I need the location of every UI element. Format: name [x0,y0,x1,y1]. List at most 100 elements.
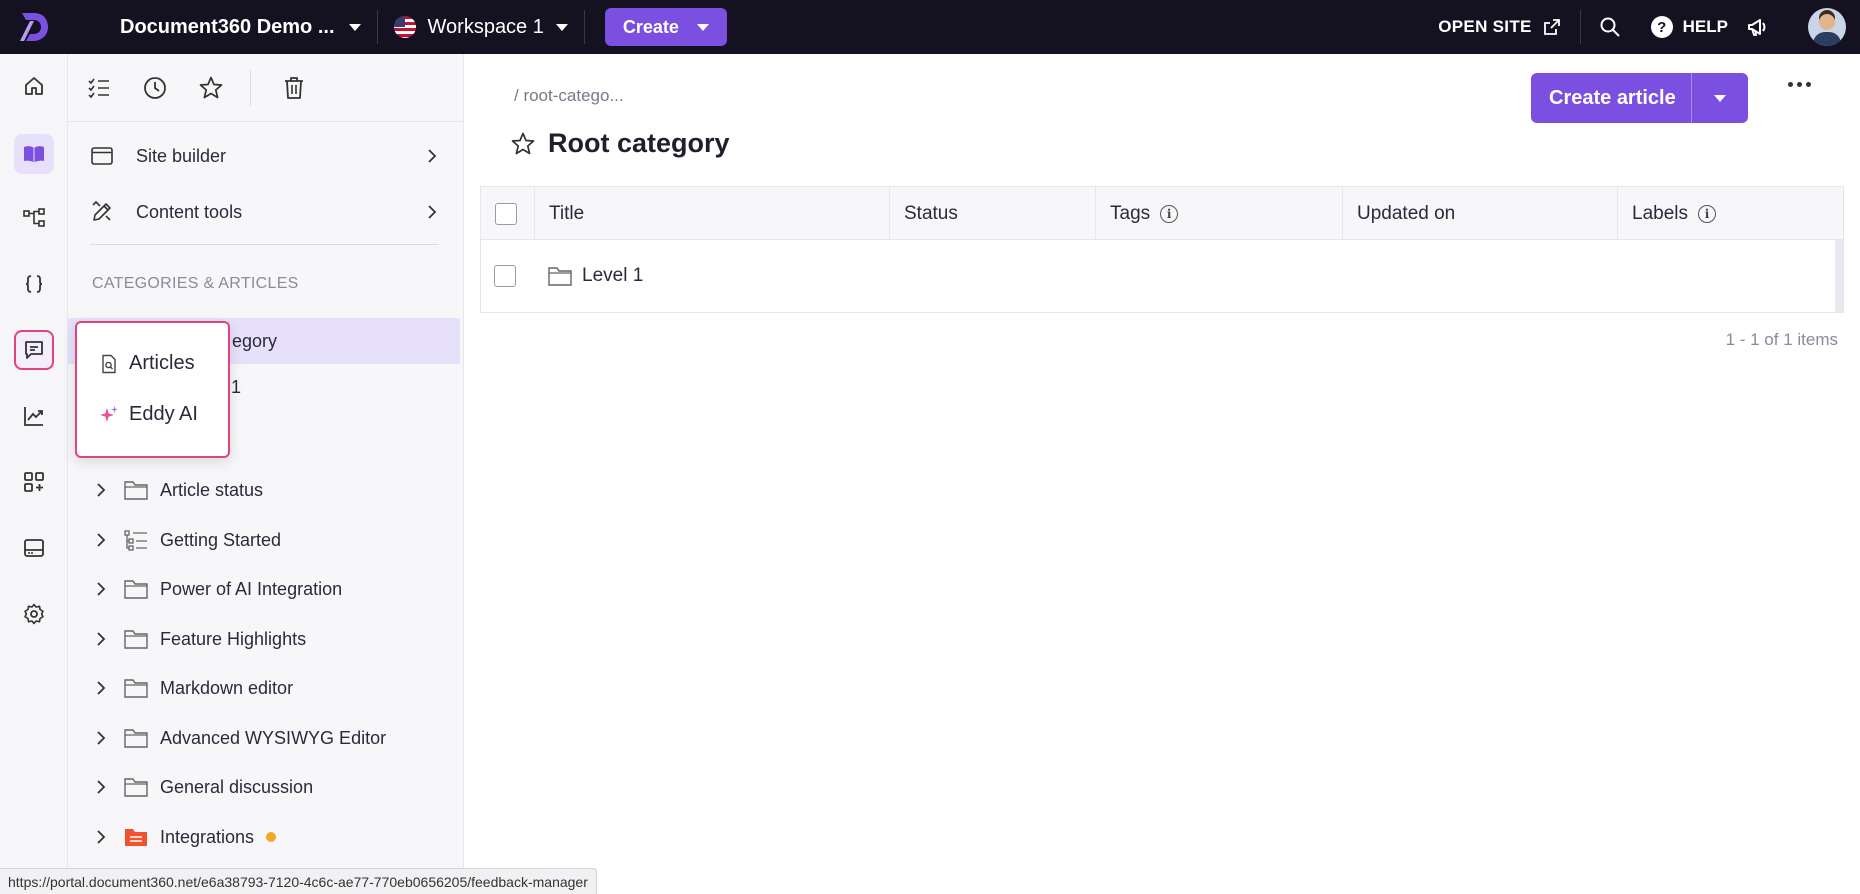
table-scrollbar[interactable] [1835,240,1843,312]
external-link-icon [1543,19,1560,35]
select-all-checkbox[interactable] [495,202,517,225]
help-button[interactable]: ? HELP [1650,16,1728,38]
tree-item-advanced-wysiwyg-editor[interactable]: Advanced WYSIWYG Editor [68,715,464,761]
site-builder-menu[interactable]: Site builder [68,128,463,184]
chevron-down-icon [696,23,709,31]
tree-item-getting-started[interactable]: Getting Started [68,517,464,563]
chevron-right-icon[interactable] [94,681,108,695]
chevron-right-icon[interactable] [94,582,108,596]
left-rail [0,54,68,894]
analytics-icon[interactable] [14,396,54,436]
content-tools-menu[interactable]: Content tools [68,184,463,240]
create-button[interactable]: Create [604,8,727,46]
project-selector[interactable]: Document360 Demo ... [120,16,361,39]
chevron-down-icon [555,23,568,31]
popover-item-articles[interactable]: Articles [99,352,195,375]
column-header-updated-on[interactable]: Updated on [1342,187,1617,240]
apps-add-icon[interactable] [14,462,54,502]
panel-toolbar [68,54,463,122]
more-options-icon[interactable] [1788,82,1811,87]
tree-item-label: egory [232,330,278,351]
popover-item-eddy-ai[interactable]: Eddy AI [99,403,198,426]
divider [583,10,585,44]
folder-icon [124,679,148,698]
tree-item-label: Feature Highlights [160,628,307,649]
workflow-icon[interactable] [14,198,54,238]
star-icon[interactable] [198,75,224,101]
tree-item-article-status[interactable]: Article status [68,467,464,513]
chevron-right-icon[interactable] [94,632,108,646]
drive-icon[interactable] [14,528,54,568]
user-avatar[interactable] [1808,8,1846,46]
popover-item-label: Eddy AI [129,403,198,425]
checklist-icon[interactable] [86,75,112,101]
articles-table: Title Status Tags i Updated on Labels i … [480,186,1844,313]
main-content: / root-catego... Root category Create ar… [464,54,1860,894]
chevron-right-icon[interactable] [94,830,108,844]
create-article-label[interactable]: Create article [1531,87,1691,110]
open-site-link[interactable]: OPEN SITE [1438,17,1561,37]
page-title-row: Root category [510,128,730,159]
tree-item-feature-highlights[interactable]: Feature Highlights [68,616,464,662]
chevron-right-icon[interactable] [94,483,108,497]
project-name: Document360 Demo ... [120,15,335,38]
tree-item-label: Advanced WYSIWYG Editor [160,727,387,748]
status-dot [266,832,277,842]
section-title: CATEGORIES & ARTICLES [92,275,299,292]
megaphone-icon[interactable] [1746,15,1770,39]
create-article-dropdown[interactable] [1692,94,1748,102]
column-header-tags[interactable]: Tags i [1095,187,1342,240]
article-search-icon [102,354,116,373]
code-braces-icon[interactable] [14,264,54,304]
breadcrumb[interactable]: / root-catego... [514,86,624,106]
divider [250,69,251,106]
tree-item-label: Power of AI Integration [160,578,343,599]
chevron-right-icon[interactable] [94,731,108,745]
chevron-right-icon[interactable] [94,533,108,547]
tree-item-label: Markdown editor [160,677,294,698]
select-all-cell [481,187,534,240]
book-icon[interactable] [14,134,54,174]
table-row[interactable]: Level 1 [481,240,1843,312]
tree-item-general-discussion[interactable]: General discussion [68,764,464,810]
tree-item-markdown-editor[interactable]: Markdown editor [68,665,464,711]
trash-icon[interactable] [281,75,307,101]
tree-item-label: Article status [160,479,264,500]
content-tools-label: Content tools [136,201,243,222]
tree-item-label: General discussion [160,776,314,797]
settings-icon[interactable] [14,594,54,634]
history-icon[interactable] [142,75,168,101]
divider [90,244,439,245]
top-bar: Document360 Demo ... Workspace 1 Create … [0,0,1860,54]
document360-logo[interactable] [0,0,68,54]
column-header-labels[interactable]: Labels i [1617,187,1837,240]
column-header-title[interactable]: Title [534,187,889,240]
help-circle-icon: ? [1650,16,1673,38]
tree-item-label: Getting Started [160,529,282,550]
folder-icon [124,729,148,748]
tree-item-power-of-ai-integration[interactable]: Power of AI Integration [68,566,464,612]
help-label: HELP [1682,17,1728,36]
column-header-label: Labels [1632,202,1688,224]
folder-icon [124,580,148,599]
chevron-down-icon [348,23,361,31]
info-icon[interactable]: i [1160,204,1179,223]
home-icon[interactable] [14,66,54,106]
divider [1579,10,1581,44]
search-icon[interactable] [1599,16,1621,38]
logo-icon [20,13,48,41]
feedback-icon[interactable] [14,330,54,370]
chevron-right-icon[interactable] [94,780,108,794]
row-checkbox[interactable] [494,265,516,287]
workspace-name: Workspace 1 [427,15,544,38]
column-header-status[interactable]: Status [889,187,1095,240]
divider [376,10,378,44]
workspace-selector[interactable]: Workspace 1 [393,15,568,39]
row-title[interactable]: Level 1 [582,265,643,287]
info-icon[interactable]: i [1698,204,1716,223]
folder-icon [548,267,572,286]
sparkle-icon [100,405,118,422]
column-header-label: Tags [1110,202,1151,224]
star-icon[interactable] [510,131,536,157]
tree-item-integrations[interactable]: Integrations [68,814,464,860]
